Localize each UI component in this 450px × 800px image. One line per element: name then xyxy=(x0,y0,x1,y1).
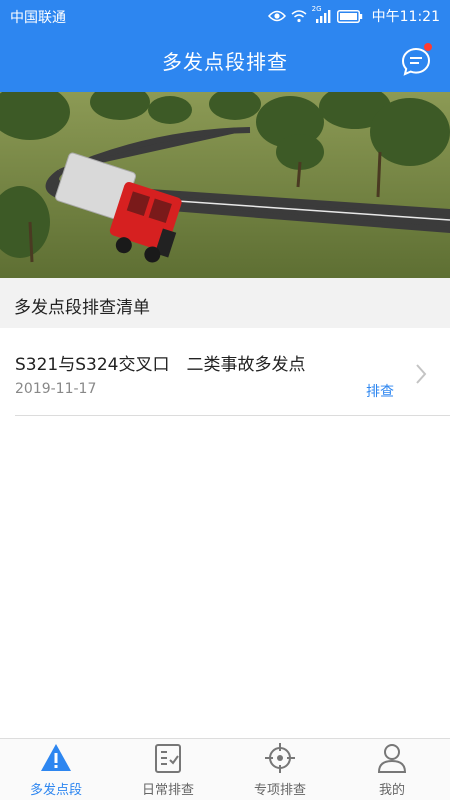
battery-icon xyxy=(336,9,363,23)
divider xyxy=(15,415,450,416)
overturned-truck-banner-image xyxy=(0,92,450,278)
user-icon xyxy=(377,744,407,773)
tab-label: 我的 xyxy=(378,783,405,798)
section-header: 多发点段排查清单 xyxy=(0,278,450,328)
wifi-icon xyxy=(291,9,307,23)
network-type-label: 2G xyxy=(311,5,322,13)
tab-daily-inspection[interactable]: 日常排查 xyxy=(112,739,224,800)
section-title: 多发点段排查清单 xyxy=(14,298,150,318)
list-item[interactable]: S321与S324交叉口 二类事故多发点 2019-11-17 排查 xyxy=(0,328,450,416)
eye-icon xyxy=(267,9,286,23)
item-title: S321与S324交叉口 二类事故多发点 xyxy=(15,355,306,375)
inspect-button[interactable]: 排查 xyxy=(366,381,394,401)
status-bar: 中国联通 2G 中午11:21 xyxy=(0,0,450,32)
status-icons: 2G 中午11:21 xyxy=(267,5,440,27)
tab-hotspots[interactable]: 多发点段 xyxy=(0,739,112,800)
carrier-name: 中国联通 xyxy=(10,10,66,26)
message-button[interactable] xyxy=(398,43,434,79)
warning-icon xyxy=(41,744,71,771)
checklist-icon xyxy=(155,744,181,773)
bottom-tab-bar: 多发点段 日常排查 专项排查 我的 xyxy=(0,738,450,800)
tab-mine[interactable]: 我的 xyxy=(336,739,448,800)
tab-label: 多发点段 xyxy=(29,783,82,798)
tab-label: 专项排查 xyxy=(253,783,306,798)
clock: 中午11:21 xyxy=(371,9,440,25)
app-header: 中国联通 2G 中午11:21 多发点段排查 xyxy=(0,0,450,92)
target-icon xyxy=(265,743,295,773)
banner-image[interactable] xyxy=(0,92,450,278)
chevron-right-icon xyxy=(416,364,427,384)
tab-label: 日常排查 xyxy=(141,783,194,798)
signal-icon: 2G xyxy=(312,5,332,23)
notification-dot xyxy=(424,43,432,51)
tab-special-inspection[interactable]: 专项排查 xyxy=(224,739,336,800)
item-date: 2019-11-17 xyxy=(15,381,97,397)
page-title: 多发点段排查 xyxy=(162,50,288,74)
